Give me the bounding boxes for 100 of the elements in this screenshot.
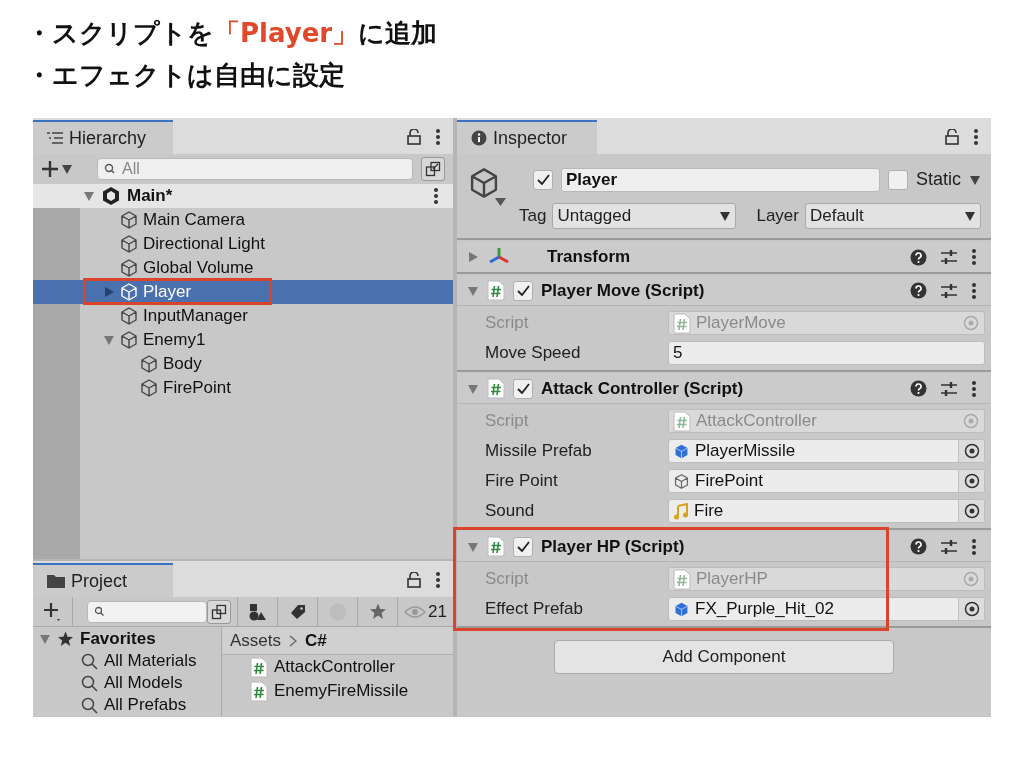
more-options-icon[interactable] (973, 128, 979, 146)
expand-arrow-icon[interactable] (39, 632, 51, 645)
dropdown-arrow-icon[interactable] (969, 173, 981, 186)
popout-button[interactable] (421, 157, 445, 181)
name-field[interactable]: Player (561, 167, 880, 192)
hierarchy-item[interactable]: Main Camera (33, 208, 453, 232)
component-title: Attack Controller (Script) (541, 377, 745, 400)
cube-icon (139, 378, 159, 398)
hierarchy-item[interactable]: Enemy1 (33, 328, 453, 352)
help-icon[interactable] (910, 282, 927, 299)
script-file-icon (487, 280, 505, 301)
panel-tab[interactable]: Hierarchy (33, 120, 173, 154)
more-options-icon[interactable] (971, 537, 977, 556)
collapsed-arrow-icon[interactable] (467, 251, 479, 263)
cube-icon (673, 472, 690, 490)
settings-sliders-icon[interactable] (940, 282, 958, 299)
dropdown-arrow-icon[interactable] (61, 163, 73, 175)
script-file-icon (487, 536, 505, 557)
object-picker-icon[interactable] (963, 601, 980, 617)
lock-icon[interactable] (407, 129, 421, 145)
lock-icon[interactable] (407, 572, 421, 588)
add-component-button[interactable]: Add Component (554, 640, 894, 674)
breadcrumb-link[interactable]: C# (305, 627, 327, 654)
object-field[interactable]: PlayerMissile (668, 439, 985, 463)
hierarchy-item[interactable]: Global Volume (33, 256, 453, 280)
dropdown-arrow-icon[interactable] (719, 210, 732, 222)
favorites-item[interactable]: All Materials (33, 650, 221, 672)
expand-arrow-icon[interactable] (83, 190, 95, 202)
checkmark-icon (516, 383, 530, 394)
object-picker-icon[interactable] (963, 473, 980, 489)
favorites-item[interactable]: All Models (33, 672, 221, 694)
eye-icon (404, 604, 427, 619)
popout-icon (425, 161, 441, 177)
favorites-header[interactable]: Favorites (33, 627, 221, 650)
script-file-icon (673, 410, 691, 432)
more-options-icon[interactable] (971, 379, 977, 398)
dropdown-arrow-icon[interactable] (964, 210, 976, 222)
number-field[interactable]: 5 (668, 341, 985, 365)
object-field[interactable]: FirePoint (668, 469, 985, 493)
popout-button[interactable] (207, 599, 231, 624)
visibility-button[interactable]: 21 (397, 597, 453, 626)
object-picker-icon[interactable] (963, 443, 980, 459)
help-icon[interactable] (910, 538, 927, 555)
expand-arrow-icon[interactable] (467, 540, 479, 553)
settings-sliders-icon[interactable] (940, 249, 958, 265)
folder-icon (47, 574, 65, 588)
hierarchy-item[interactable]: Directional Light (33, 232, 453, 256)
tag-dropdown[interactable]: Untagged (552, 203, 737, 229)
plus-icon (41, 160, 59, 178)
more-options-icon[interactable] (435, 571, 441, 589)
object-field[interactable]: Fire (668, 499, 985, 523)
more-options-icon[interactable] (433, 187, 439, 205)
plus-icon (42, 601, 63, 622)
checkbox[interactable] (533, 169, 553, 190)
hierarchy-item[interactable]: FirePoint (33, 376, 453, 400)
cube-icon (119, 210, 139, 230)
object-field[interactable]: FX_Purple_Hit_02 (668, 597, 985, 621)
help-icon[interactable] (910, 248, 927, 266)
field-label: Move Speed (485, 342, 582, 365)
hierarchy-item[interactable]: Player (33, 280, 453, 304)
search-field[interactable] (87, 600, 207, 623)
search-icon (81, 674, 98, 692)
list-icon (47, 132, 63, 144)
checkbox[interactable] (513, 378, 533, 399)
hierarchy-item[interactable]: InputManager (33, 304, 453, 328)
more-options-icon[interactable] (971, 248, 977, 266)
more-options-icon[interactable] (435, 128, 441, 146)
layer-dropdown[interactable]: Default (804, 203, 981, 229)
checkbox[interactable] (887, 169, 908, 190)
expand-arrow-icon[interactable] (103, 334, 115, 346)
expand-arrow-icon[interactable] (467, 382, 479, 395)
panel-tab[interactable]: Inspector (457, 120, 597, 154)
component-title: Transform (547, 246, 632, 269)
settings-sliders-icon[interactable] (940, 538, 958, 555)
scene-row[interactable]: Main* (33, 184, 453, 208)
info-icon (471, 130, 487, 146)
popout-icon (211, 603, 227, 620)
settings-sliders-icon[interactable] (940, 380, 958, 397)
lock-icon[interactable] (945, 129, 959, 145)
component-title: Player Move (Script) (541, 279, 706, 302)
more-options-icon[interactable] (971, 281, 977, 300)
cube-icon (139, 354, 159, 374)
cube-icon (119, 330, 139, 350)
breadcrumb-link[interactable]: Assets (230, 627, 282, 654)
music-note-icon (673, 502, 689, 520)
panel-tab[interactable]: Project (33, 563, 173, 597)
cube-icon (673, 600, 690, 618)
cube-icon (119, 258, 139, 278)
hierarchy-item[interactable]: Body (33, 352, 453, 376)
object-picker-icon[interactable] (963, 503, 980, 519)
checkbox[interactable] (513, 280, 533, 301)
asset-item[interactable]: EnemyFireMissile (222, 679, 453, 703)
expand-arrow-icon[interactable] (467, 284, 479, 297)
checkbox[interactable] (513, 536, 533, 557)
add-button[interactable] (41, 160, 73, 178)
asset-item[interactable]: AttackController (222, 655, 453, 679)
tag-icon (289, 603, 306, 620)
help-icon[interactable] (910, 380, 927, 397)
favorites-item[interactable]: All Prefabs (33, 694, 221, 716)
field-label: Script (485, 410, 530, 433)
